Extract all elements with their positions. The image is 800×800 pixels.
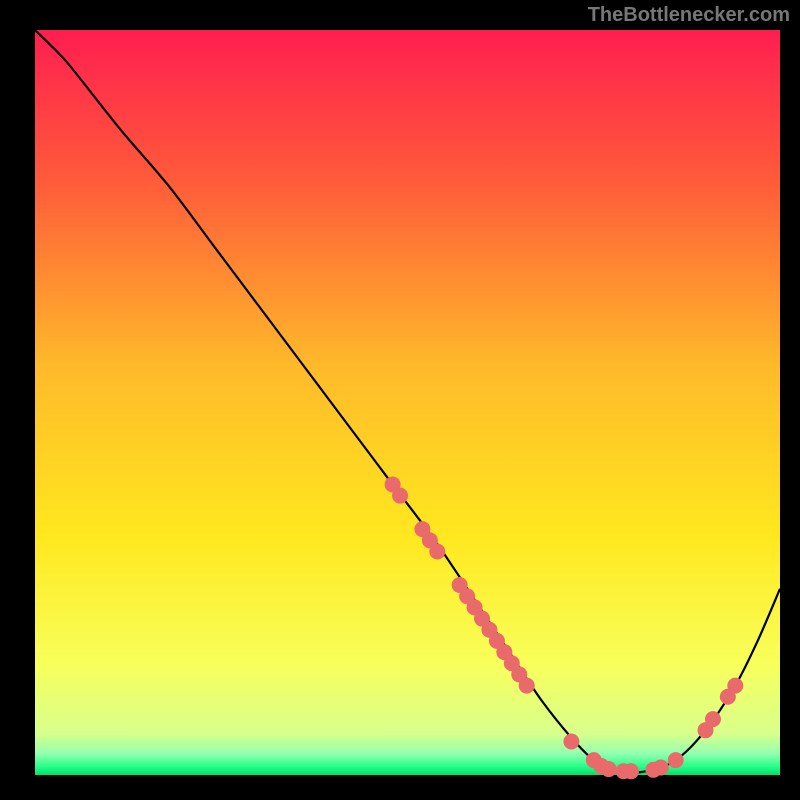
data-point (653, 760, 669, 776)
bottleneck-chart (0, 0, 800, 800)
data-point (601, 761, 617, 777)
data-point (727, 678, 743, 694)
data-point (429, 544, 445, 560)
data-point (668, 752, 684, 768)
attribution-label: TheBottlenecker.com (588, 4, 790, 27)
data-point (705, 711, 721, 727)
data-point (392, 488, 408, 504)
data-point (563, 733, 579, 749)
data-point (623, 763, 639, 779)
gradient-background (35, 30, 780, 775)
chart-container: TheBottlenecker.com (0, 0, 800, 800)
data-point (519, 678, 535, 694)
